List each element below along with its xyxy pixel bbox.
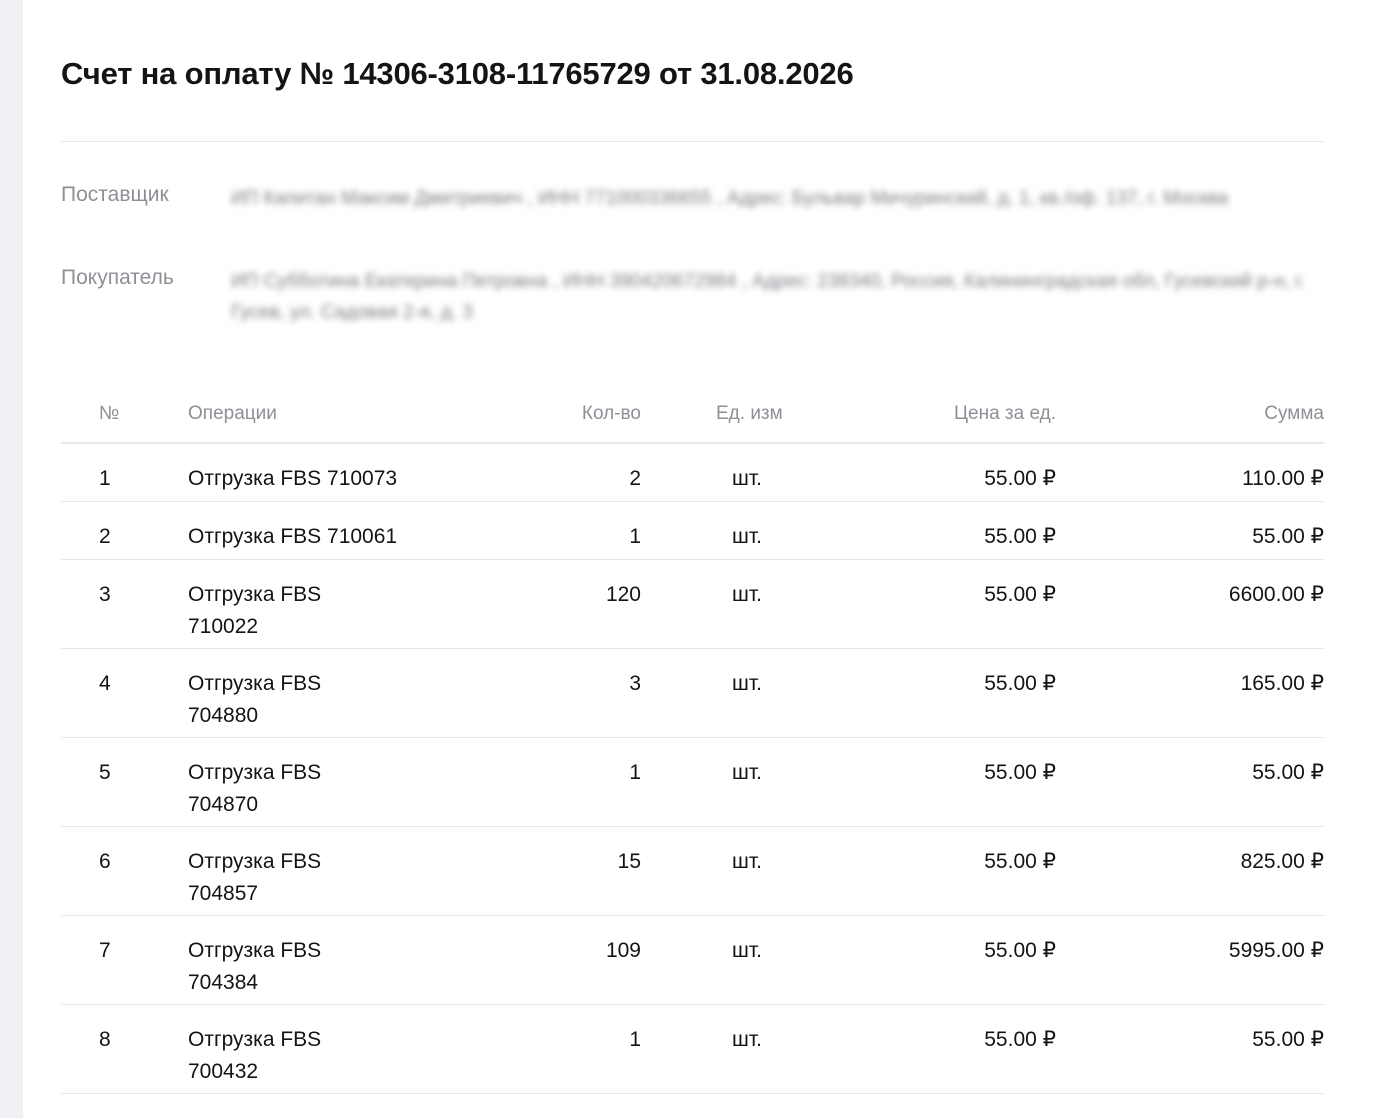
row-num: 5 bbox=[99, 761, 111, 784]
row-qty: 109 bbox=[605, 939, 641, 962]
header-price: Цена за ед. bbox=[953, 403, 1056, 424]
row-sum: 110.00 ₽ bbox=[1242, 467, 1324, 490]
table-row: 6 Отгрузка FBS 704857 15 шт. 55.00 ₽ 825… bbox=[61, 827, 1324, 916]
row-unit: шт. bbox=[732, 467, 762, 490]
row-price: 55.00 ₽ bbox=[984, 850, 1056, 873]
table-header: № Операции Кол-во Ед. изм Цена за ед. Су… bbox=[61, 384, 1324, 444]
row-price: 55.00 ₽ bbox=[984, 939, 1056, 962]
header-operation: Операции bbox=[188, 403, 277, 424]
left-page-strip bbox=[0, 0, 23, 1118]
row-sum: 55.00 ₽ bbox=[1252, 761, 1324, 784]
table-row: 5 Отгрузка FBS 704870 1 шт. 55.00 ₽ 55.0… bbox=[61, 738, 1324, 827]
row-qty: 2 bbox=[629, 467, 641, 490]
row-sum: 165.00 ₽ bbox=[1240, 672, 1324, 695]
row-price: 55.00 ₽ bbox=[984, 672, 1056, 695]
row-unit: шт. bbox=[732, 939, 762, 962]
row-qty: 120 bbox=[605, 583, 641, 606]
invoice-card: Счет на оплату № 14306-3108-11765729 от … bbox=[23, 0, 1400, 1118]
row-qty: 1 bbox=[629, 525, 641, 548]
supplier-value: ИП Капитан Максим Дмитриевич , ИНН 77100… bbox=[231, 188, 1229, 209]
row-sum: 6600.00 ₽ bbox=[1228, 583, 1324, 606]
row-qty: 15 bbox=[617, 850, 641, 873]
row-operation: Отгрузка FBS 704880 bbox=[188, 672, 322, 727]
row-num: 8 bbox=[99, 1028, 111, 1051]
row-qty: 1 bbox=[629, 1028, 641, 1051]
row-qty: 3 bbox=[629, 672, 641, 695]
row-operation: Отгрузка FBS 704384 bbox=[188, 939, 322, 994]
row-operation: Отгрузка FBS 710061 bbox=[188, 525, 398, 548]
row-num: 6 bbox=[99, 850, 111, 873]
row-unit: шт. bbox=[732, 850, 762, 873]
header-unit: Ед. изм bbox=[716, 403, 783, 424]
row-operation: Отгрузка FBS 700432 bbox=[188, 1028, 322, 1083]
row-sum: 55.00 ₽ bbox=[1252, 1028, 1324, 1051]
row-num: 2 bbox=[99, 525, 111, 548]
row-price: 55.00 ₽ bbox=[984, 467, 1056, 490]
table-row: 3 Отгрузка FBS 710022 120 шт. 55.00 ₽ 66… bbox=[61, 560, 1324, 649]
row-unit: шт. bbox=[732, 583, 762, 606]
row-sum: 5995.00 ₽ bbox=[1228, 939, 1324, 962]
row-operation: Отгрузка FBS 704870 bbox=[188, 761, 322, 816]
row-sum: 55.00 ₽ bbox=[1252, 525, 1324, 548]
row-operation: Отгрузка FBS 704857 bbox=[188, 850, 322, 905]
row-operation: Отгрузка FBS 710022 bbox=[188, 583, 322, 638]
table-row: 2 Отгрузка FBS 710061 1 шт. 55.00 ₽ 55.0… bbox=[61, 502, 1324, 560]
row-num: 1 bbox=[99, 467, 111, 490]
invoice-table: № Операции Кол-во Ед. изм Цена за ед. Су… bbox=[61, 384, 1324, 1094]
table-row: 7 Отгрузка FBS 704384 109 шт. 55.00 ₽ 59… bbox=[61, 916, 1324, 1005]
header-qty: Кол-во bbox=[581, 403, 641, 424]
table-row: 8 Отгрузка FBS 700432 1 шт. 55.00 ₽ 55.0… bbox=[61, 1005, 1324, 1094]
row-num: 4 bbox=[99, 672, 111, 695]
row-sum: 825.00 ₽ bbox=[1240, 850, 1324, 873]
row-price: 55.00 ₽ bbox=[984, 761, 1056, 784]
row-price: 55.00 ₽ bbox=[984, 525, 1056, 548]
table-row: 1 Отгрузка FBS 710073 2 шт. 55.00 ₽ 110.… bbox=[61, 444, 1324, 502]
row-unit: шт. bbox=[732, 672, 762, 695]
row-unit: шт. bbox=[732, 761, 762, 784]
row-unit: шт. bbox=[732, 1028, 762, 1051]
title-divider bbox=[61, 141, 1324, 142]
invoice-title: Счет на оплату № 14306-3108-11765729 от … bbox=[61, 56, 854, 91]
row-price: 55.00 ₽ bbox=[984, 583, 1056, 606]
header-sum: Сумма bbox=[1264, 403, 1324, 424]
header-num: № bbox=[99, 403, 120, 424]
row-qty: 1 bbox=[629, 761, 641, 784]
row-operation: Отгрузка FBS 710073 bbox=[188, 467, 398, 490]
buyer-value: ИП Субботина Екатерина Петровна , ИНН 39… bbox=[231, 271, 1306, 323]
supplier-label: Поставщик bbox=[61, 183, 169, 206]
buyer-label: Покупатель bbox=[61, 266, 174, 289]
row-price: 55.00 ₽ bbox=[984, 1028, 1056, 1051]
row-num: 7 bbox=[99, 939, 111, 962]
row-num: 3 bbox=[99, 583, 111, 606]
table-row: 4 Отгрузка FBS 704880 3 шт. 55.00 ₽ 165.… bbox=[61, 649, 1324, 738]
row-unit: шт. bbox=[732, 525, 762, 548]
